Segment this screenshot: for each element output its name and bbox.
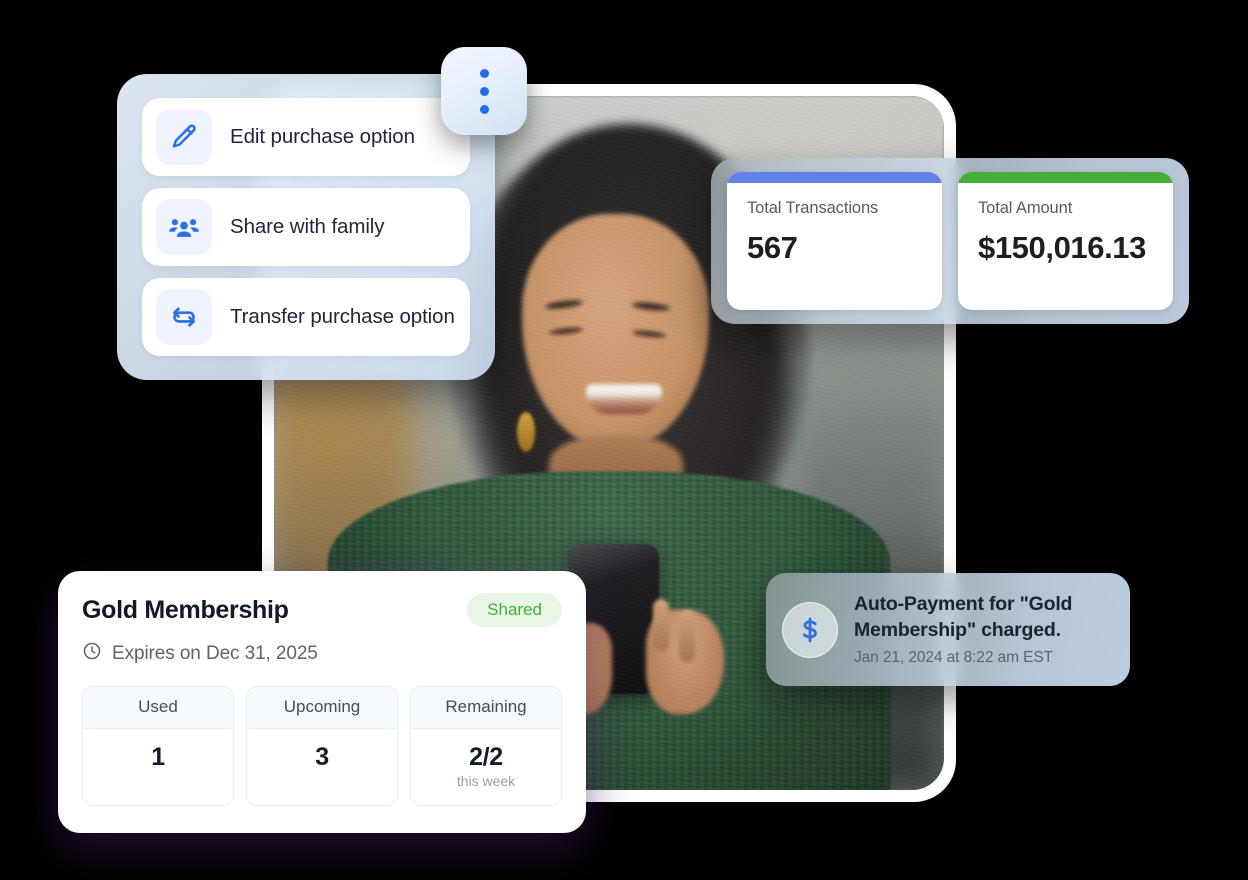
membership-stat-value: 2/2	[469, 743, 503, 771]
status-badge: Shared	[467, 593, 562, 627]
membership-stat-used: Used 1	[82, 686, 234, 806]
membership-title: Gold Membership	[82, 595, 289, 624]
membership-stat-value: 3	[315, 743, 329, 771]
notification-timestamp: Jan 21, 2024 at 8:22 am EST	[854, 648, 1053, 666]
transfer-arrows-icon	[156, 289, 212, 345]
marketing-composition: Edit purchase option Share with family T…	[0, 0, 1248, 880]
membership-stat-sublabel: this week	[456, 773, 516, 789]
membership-stat-upcoming: Upcoming 3	[246, 686, 398, 806]
purchase-options-menu: Edit purchase option Share with family T…	[117, 74, 495, 380]
menu-item-transfer-purchase-option[interactable]: Transfer purchase option	[142, 278, 470, 356]
photo-smile	[585, 384, 662, 414]
stat-value: 567	[747, 230, 798, 265]
menu-item-label: Edit purchase option	[230, 125, 415, 148]
menu-item-label: Share with family	[230, 215, 385, 238]
stat-card-total-transactions: Total Transactions 567	[727, 172, 942, 310]
menu-item-edit-purchase-option[interactable]: Edit purchase option	[142, 98, 470, 176]
membership-expiry-text: Expires on Dec 31, 2025	[112, 643, 318, 664]
membership-stat-header: Upcoming	[247, 687, 397, 729]
stat-card-total-amount: Total Amount $150,016.13	[958, 172, 1173, 310]
stat-label: Total Amount	[978, 199, 1073, 217]
notification-text: Auto-Payment for "Gold Membership" charg…	[854, 592, 1114, 666]
membership-stat-header: Used	[83, 687, 233, 729]
kebab-dot-icon	[479, 104, 489, 114]
stat-accent-bar	[727, 172, 942, 183]
pencil-icon	[156, 109, 212, 165]
membership-stat-value: 1	[151, 743, 165, 771]
stat-label: Total Transactions	[747, 199, 879, 217]
auto-payment-notification[interactable]: Auto-Payment for "Gold Membership" charg…	[766, 573, 1130, 686]
clock-icon	[82, 641, 102, 667]
membership-expiry: Expires on Dec 31, 2025	[82, 641, 562, 667]
photo-finger-2	[679, 609, 696, 662]
kebab-dot-icon	[479, 68, 489, 78]
membership-header: Gold Membership Shared	[82, 593, 562, 627]
membership-stats: Used 1 Upcoming 3 Remaining 2/2 this wee…	[82, 686, 562, 806]
photo-earring	[516, 411, 535, 452]
membership-stat-remaining: Remaining 2/2 this week	[410, 686, 562, 806]
dollar-circle-icon	[782, 601, 838, 658]
notification-title: Auto-Payment for "Gold Membership" charg…	[854, 593, 1073, 641]
more-options-button[interactable]	[441, 47, 527, 135]
stat-accent-bar	[958, 172, 1173, 183]
stat-value: $150,016.13	[978, 230, 1146, 265]
menu-item-label: Transfer purchase option	[230, 305, 455, 328]
membership-stat-header: Remaining	[411, 687, 561, 729]
photo-finger-1	[652, 599, 669, 652]
kebab-dot-icon	[479, 86, 489, 96]
people-group-icon	[156, 199, 212, 255]
transactions-summary-panel: Total Transactions 567 Total Amount $150…	[711, 158, 1189, 324]
membership-card: Gold Membership Shared Expires on Dec 31…	[58, 571, 586, 833]
menu-item-share-with-family[interactable]: Share with family	[142, 188, 470, 266]
